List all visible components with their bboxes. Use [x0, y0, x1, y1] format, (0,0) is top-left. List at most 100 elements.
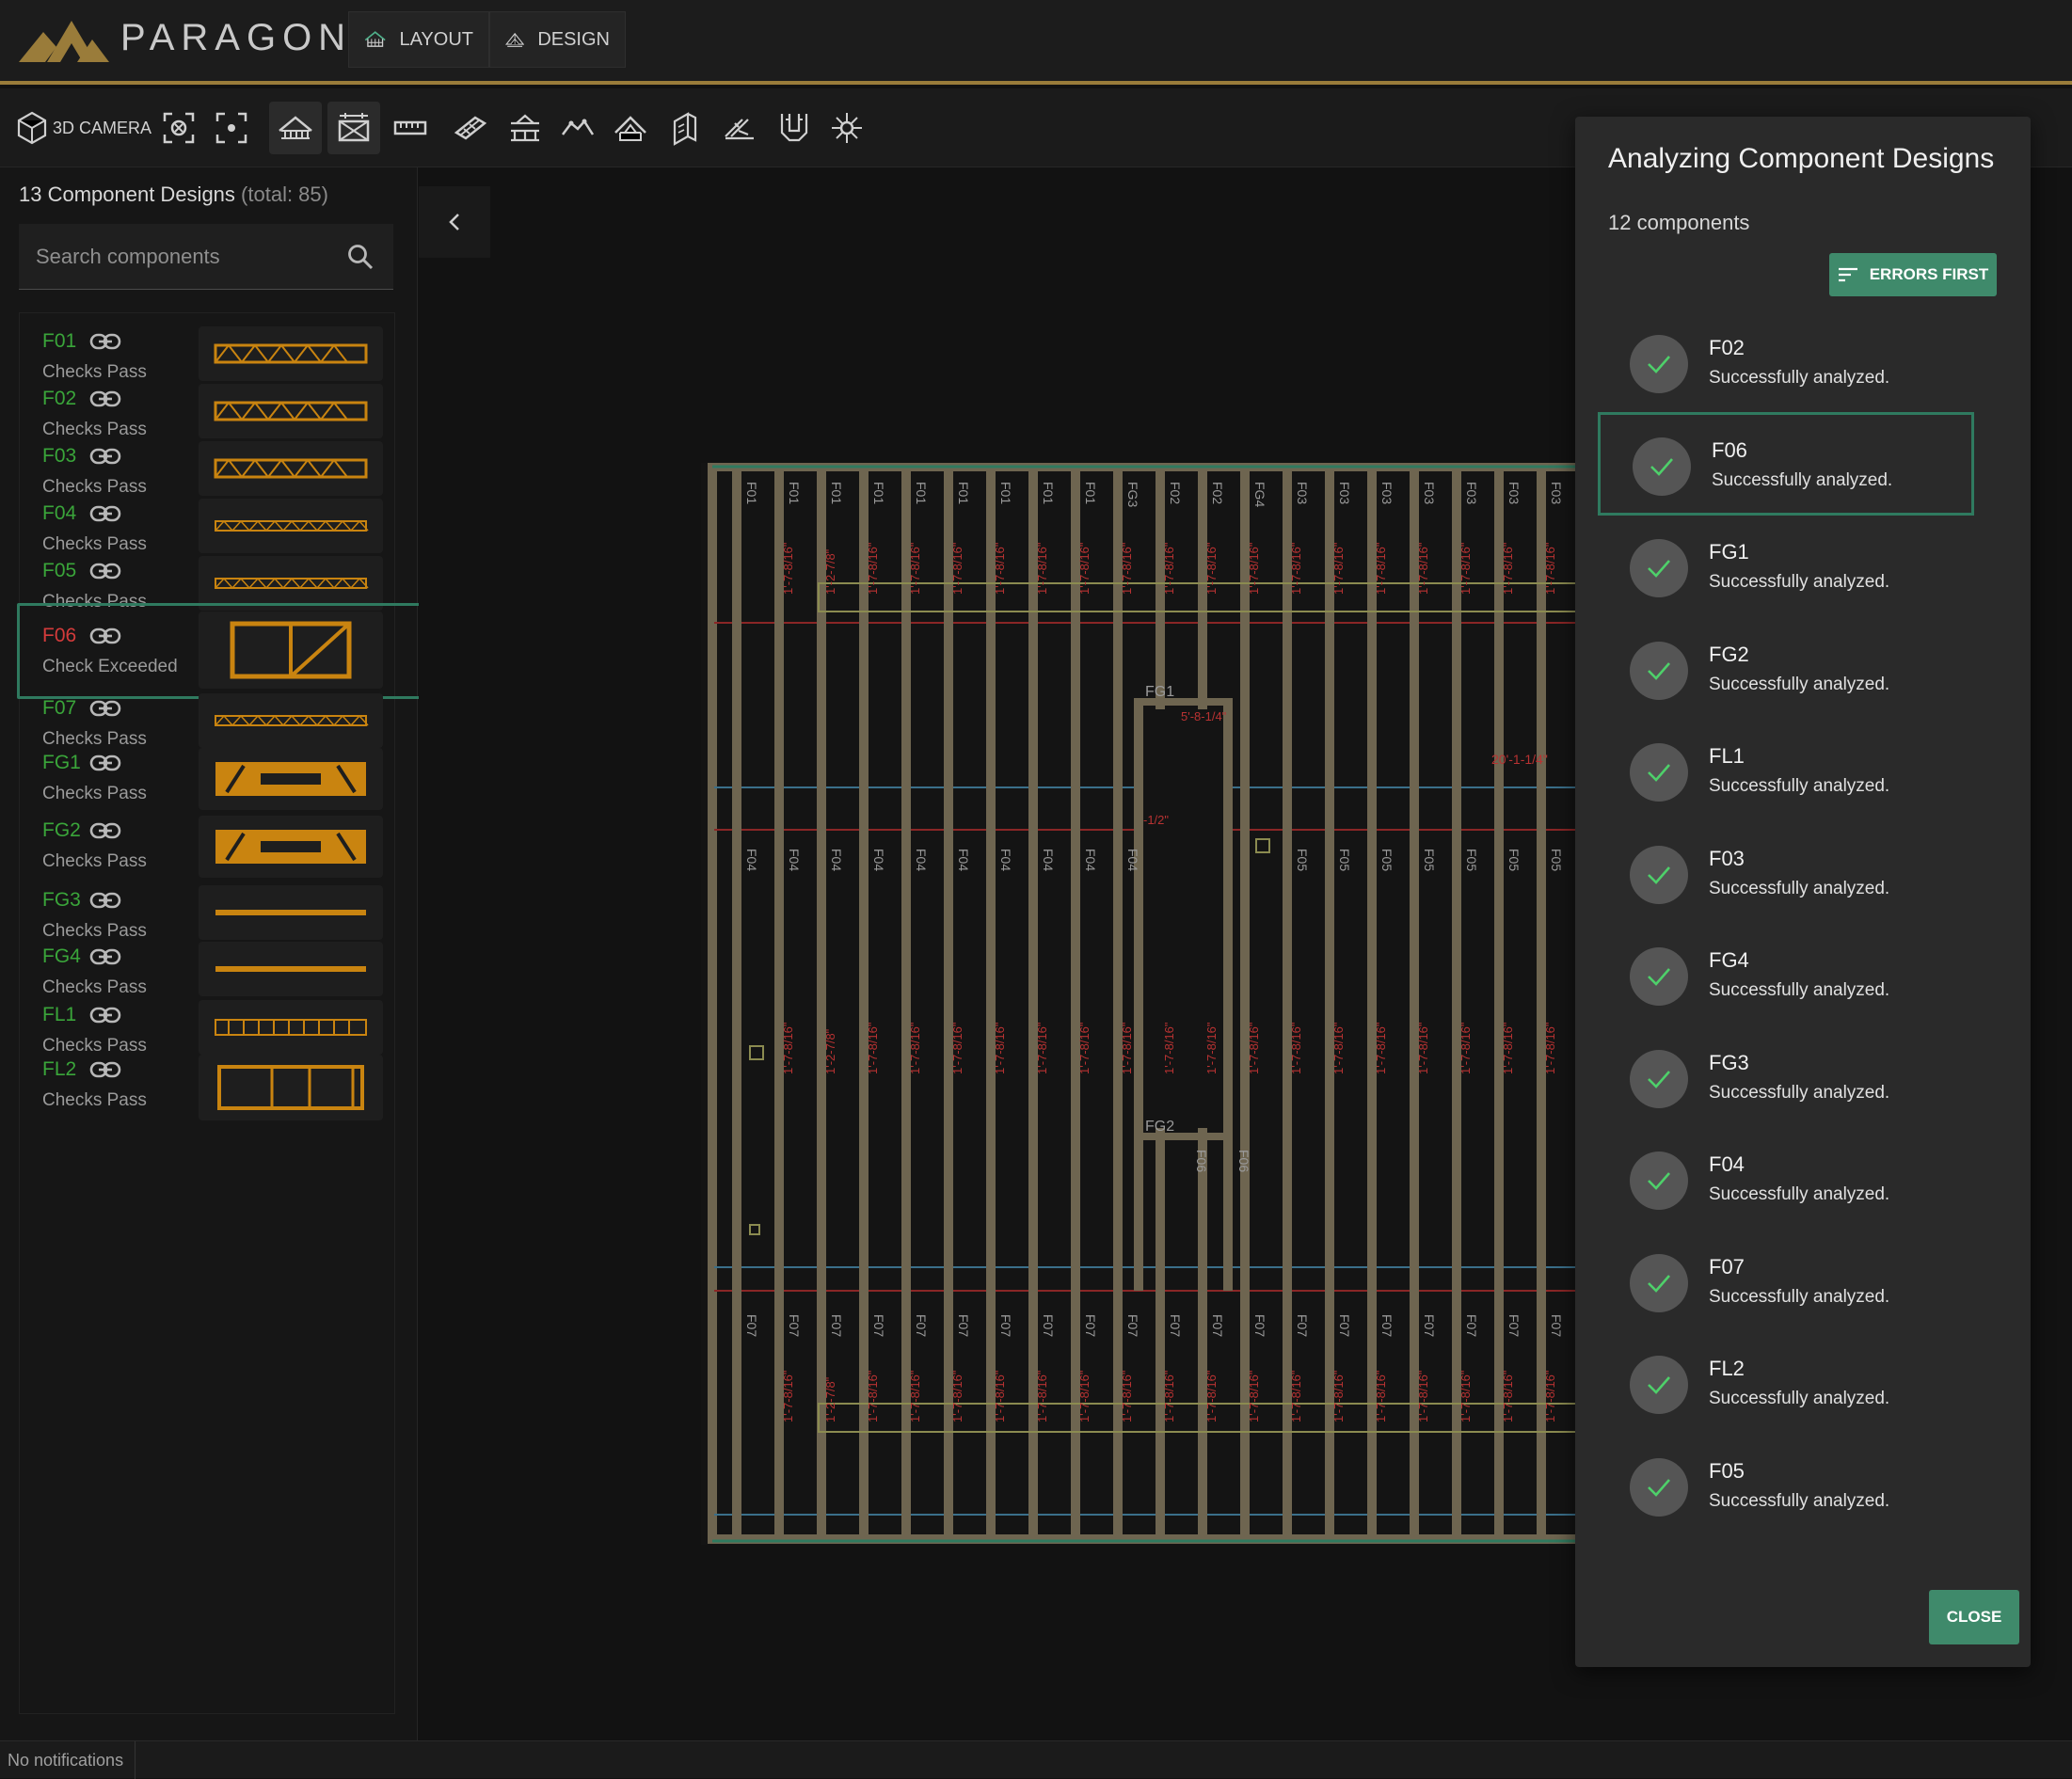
- dimension-label: 1'-7-8/16": [1204, 542, 1219, 595]
- wall-button[interactable]: [659, 102, 711, 154]
- result-item-f04[interactable]: F04 Successfully analyzed.: [1598, 1129, 1974, 1232]
- component-item-fg3[interactable]: FG3 Checks Pass: [20, 878, 396, 941]
- result-item-f03[interactable]: F03 Successfully analyzed.: [1598, 823, 1974, 927]
- link-icon[interactable]: [89, 699, 121, 718]
- component-thumbnail[interactable]: [199, 326, 383, 381]
- 3d-camera-button[interactable]: 3D CAMERA: [17, 107, 151, 149]
- result-item-f05[interactable]: F05 Successfully analyzed.: [1598, 1436, 1974, 1539]
- component-name: F05: [42, 560, 77, 581]
- component-item-f02[interactable]: F02 Checks Pass: [20, 376, 396, 439]
- joist-label: F07: [1506, 1314, 1522, 1337]
- component-item-fg2[interactable]: FG2 Checks Pass: [20, 808, 396, 878]
- dimension-label: 1'-7-8/16": [1501, 1370, 1515, 1422]
- dimension-label: 1'-7-8/16": [781, 1370, 795, 1422]
- ruler-icon: [393, 120, 427, 135]
- result-item-fl1[interactable]: FL1 Successfully analyzed.: [1598, 721, 1974, 824]
- component-item-f01[interactable]: F01 Checks Pass: [20, 319, 396, 382]
- link-icon[interactable]: [89, 1006, 121, 1025]
- layout-mode-button[interactable]: LAYOUT: [348, 11, 489, 68]
- floor-trusses-button[interactable]: [327, 102, 380, 154]
- joist-label: F01: [871, 482, 886, 504]
- component-thumbnail[interactable]: [199, 384, 383, 438]
- collapse-panel-button[interactable]: [419, 186, 490, 258]
- component-item-fg4[interactable]: FG4 Checks Pass: [20, 934, 396, 997]
- result-item-fg4[interactable]: FG4 Successfully analyzed.: [1598, 925, 1974, 1028]
- joist-label: F07: [956, 1314, 971, 1337]
- close-button[interactable]: CLOSE: [1929, 1590, 2019, 1644]
- dimension-label: 1'-7-8/16": [908, 1022, 922, 1074]
- joist-label: F01: [914, 482, 929, 504]
- component-thumbnail[interactable]: [199, 612, 383, 689]
- roof-trusses-button[interactable]: [269, 102, 322, 154]
- component-item-f07[interactable]: F07 Checks Pass: [20, 686, 396, 749]
- link-icon[interactable]: [89, 891, 121, 910]
- component-thumbnail[interactable]: [199, 499, 383, 553]
- component-total: (total: 85): [241, 183, 328, 206]
- search-input[interactable]: [19, 224, 339, 290]
- design-mode-button[interactable]: DESIGN: [489, 11, 626, 68]
- search-icon[interactable]: [346, 243, 375, 271]
- beam-icon: [454, 116, 487, 140]
- notifications-status[interactable]: No notifications: [0, 1741, 136, 1779]
- pitch-button[interactable]: [713, 102, 766, 154]
- link-icon[interactable]: [89, 562, 121, 580]
- component-thumbnail[interactable]: [199, 885, 383, 940]
- result-item-fg2[interactable]: FG2 Successfully analyzed.: [1598, 619, 1974, 723]
- link-icon[interactable]: [89, 504, 121, 523]
- link-icon[interactable]: [89, 332, 121, 351]
- result-item-f02[interactable]: F02 Successfully analyzed.: [1598, 312, 1974, 416]
- link-icon[interactable]: [89, 1060, 121, 1079]
- joist-label: F01: [998, 482, 1013, 504]
- joist-label: F04: [1125, 849, 1140, 871]
- bearing-button[interactable]: [499, 102, 551, 154]
- component-item-f03[interactable]: F03 Checks Pass: [20, 434, 396, 497]
- hanger-button[interactable]: [768, 102, 821, 154]
- result-name: F07: [1709, 1254, 1745, 1279]
- link-icon[interactable]: [89, 947, 121, 966]
- component-thumbnail[interactable]: [199, 748, 383, 810]
- check-circle-icon: [1630, 947, 1688, 1006]
- component-name: F01: [42, 330, 77, 352]
- component-item-fg1[interactable]: FG1 Checks Pass: [20, 740, 396, 810]
- result-item-fg3[interactable]: FG3 Successfully analyzed.: [1598, 1027, 1974, 1131]
- link-icon[interactable]: [89, 821, 121, 840]
- component-thumbnail[interactable]: [199, 441, 383, 496]
- component-item-f04[interactable]: F04 Checks Pass: [20, 491, 396, 554]
- result-item-f06[interactable]: F06 Successfully analyzed.: [1598, 411, 1974, 516]
- center-button[interactable]: [205, 102, 258, 154]
- link-icon[interactable]: [89, 627, 121, 645]
- focus-button[interactable]: [152, 102, 205, 154]
- explode-button[interactable]: [821, 102, 873, 154]
- joist-label: F03: [1337, 482, 1352, 504]
- pitch-icon: [725, 119, 754, 140]
- ruler-button[interactable]: [384, 102, 437, 154]
- link-icon[interactable]: [89, 389, 121, 408]
- errors-first-button[interactable]: ERRORS FIRST: [1829, 253, 1997, 296]
- ledger-label: FL1: [701, 807, 702, 830]
- component-item-fl2[interactable]: FL2 Checks Pass: [20, 1047, 396, 1120]
- floor-framing-plan[interactable]: F01 F01 F01 F01 F01 F01 F01 F01 F01 FG3 F02 F02 FG4 F…: [701, 463, 1642, 1545]
- result-item-fg1[interactable]: FG1 Successfully analyzed.: [1598, 516, 1974, 620]
- result-item-fl2[interactable]: FL2 Successfully analyzed.: [1598, 1333, 1974, 1437]
- link-icon[interactable]: [89, 447, 121, 466]
- joist-label: F05: [1506, 849, 1522, 871]
- component-thumbnail[interactable]: [199, 816, 383, 878]
- status-bar: No notifications: [0, 1740, 2072, 1779]
- component-thumbnail[interactable]: [199, 1055, 383, 1120]
- dimension-label: 1'-7-8/16": [1162, 542, 1176, 595]
- component-status: Check Exceeded: [42, 657, 178, 676]
- gable-button[interactable]: [604, 102, 657, 154]
- component-thumbnail[interactable]: [199, 942, 383, 996]
- result-message: Successfully analyzed.: [1709, 368, 1890, 388]
- dimension-label: 20'-1-1/4": [1491, 752, 1548, 767]
- component-item-f06[interactable]: F06 Check Exceeded: [17, 603, 422, 699]
- link-icon[interactable]: [89, 754, 121, 772]
- result-item-f07[interactable]: F07 Successfully analyzed.: [1598, 1231, 1974, 1335]
- result-message: Successfully analyzed.: [1709, 572, 1890, 592]
- component-item-f05[interactable]: F05 Checks Pass: [20, 548, 396, 612]
- hip-button[interactable]: [551, 102, 604, 154]
- component-item-fl1[interactable]: FL1 Checks Pass: [20, 993, 396, 1056]
- dimension-label: 1'-2-7/8": [823, 548, 837, 595]
- analysis-dialog: Analyzing Component Designs 12 component…: [1575, 117, 2031, 1667]
- beam-button[interactable]: [444, 102, 497, 154]
